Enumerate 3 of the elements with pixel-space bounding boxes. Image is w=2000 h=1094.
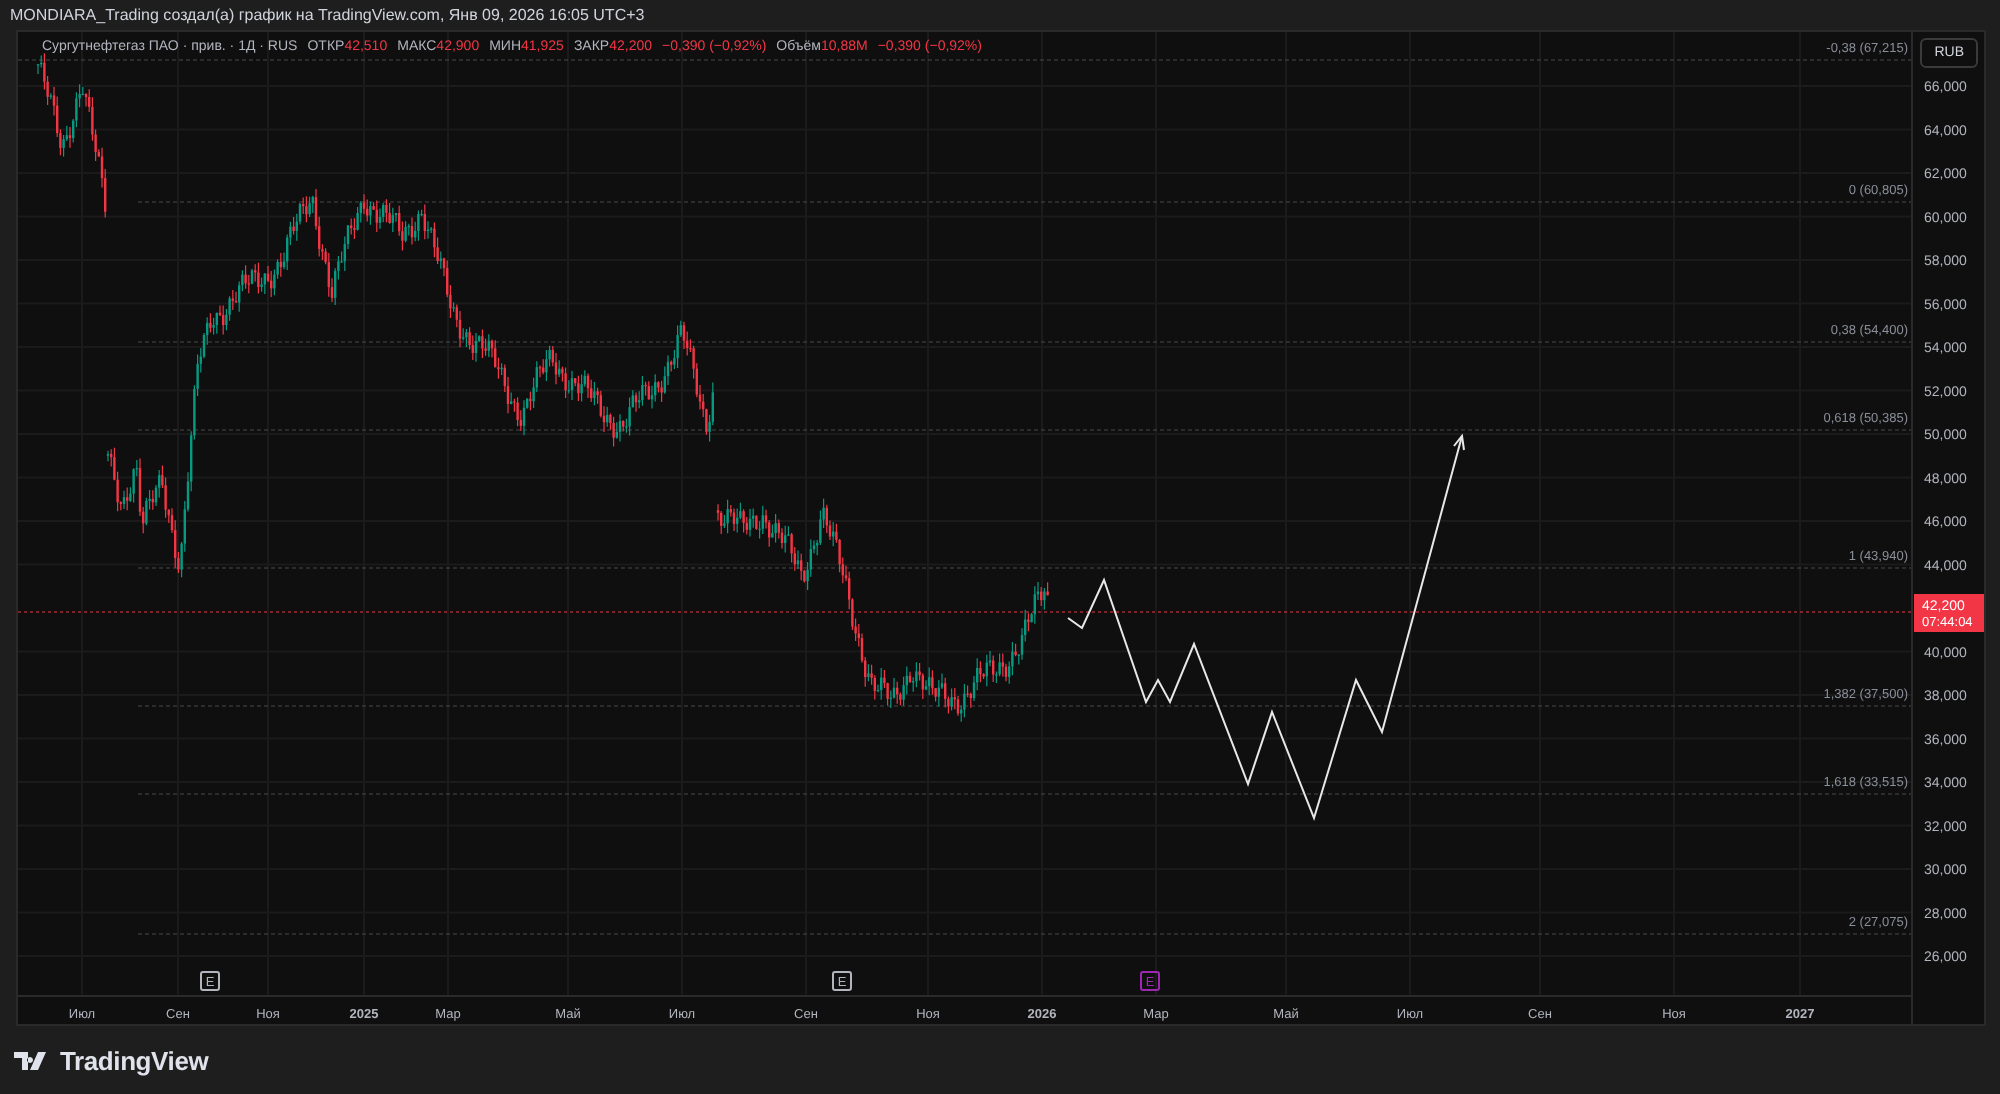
chart-author-caption: MONDIARA_Trading создал(а) график на TradingView.com, Янв 09, 2026 16:05 UTC+3: [10, 6, 645, 24]
logo-icon: [14, 1051, 52, 1069]
logo-wordmark: TradingView: [60, 1045, 209, 1075]
